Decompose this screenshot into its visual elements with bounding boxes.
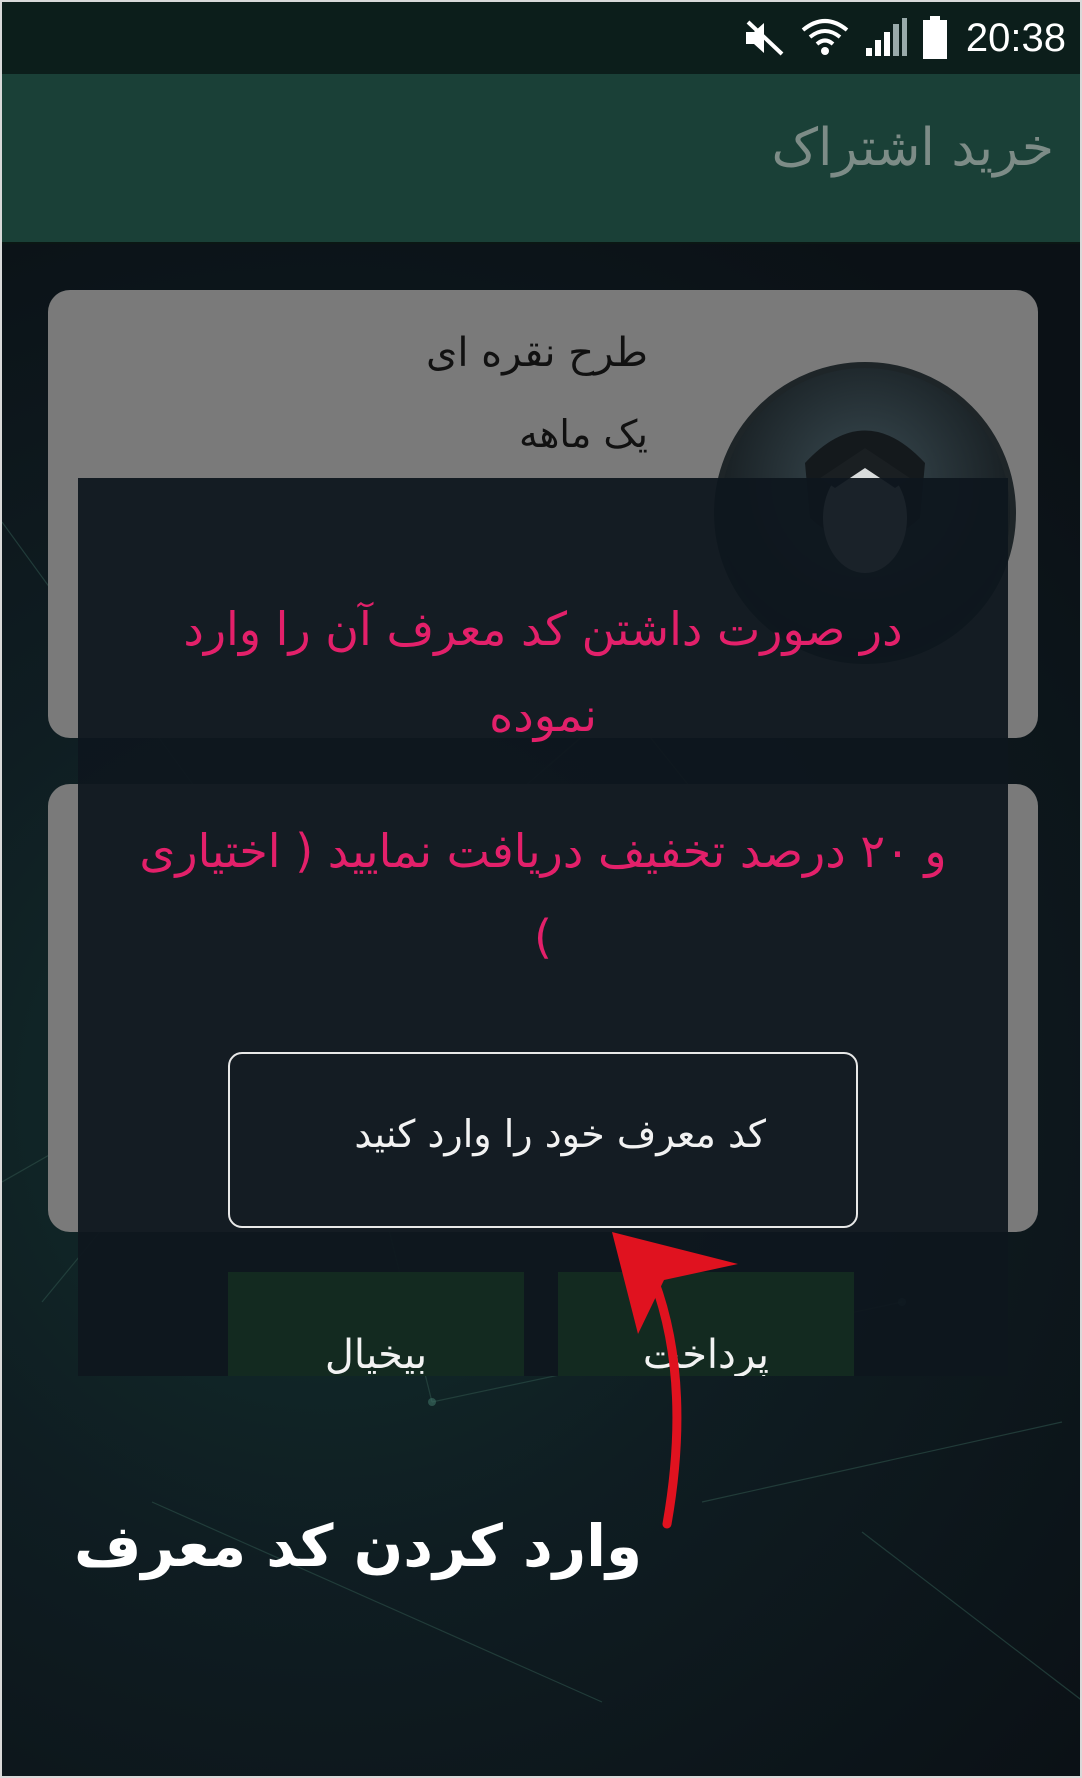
status-clock: 20:38 (965, 15, 1066, 60)
annotation-caption: وارد کردن کد معرف (74, 1512, 643, 1580)
status-icons: 20:38 (742, 14, 1066, 62)
cancel-button[interactable]: بیخیال (228, 1272, 524, 1376)
app-bar: خرید اشتراک (2, 74, 1080, 244)
page-title: خرید اشتراک (771, 118, 1054, 178)
screen: 20:38 خرید اشتراک طرح نقره ای یک ماهه در… (0, 0, 1082, 1778)
signal-icon (864, 18, 908, 58)
status-bar: 20:38 (2, 2, 1080, 74)
battery-icon (922, 16, 948, 60)
wifi-icon (800, 18, 850, 58)
mute-icon (742, 18, 786, 58)
plan-title: طرح نقره ای (426, 330, 648, 376)
plan-duration: یک ماهه (518, 412, 648, 456)
referral-code-placeholder: کد معرف خود را وارد کنید (354, 1112, 766, 1156)
dialog-message-line-2: و ۲۰ درصد تخفیف دریافت نمایید ( اختیاری … (139, 824, 947, 964)
dialog-message-line-1: در صورت داشتن کد معرف آن را وارد نموده (183, 602, 903, 742)
annotation-arrow-icon (612, 1232, 738, 1529)
